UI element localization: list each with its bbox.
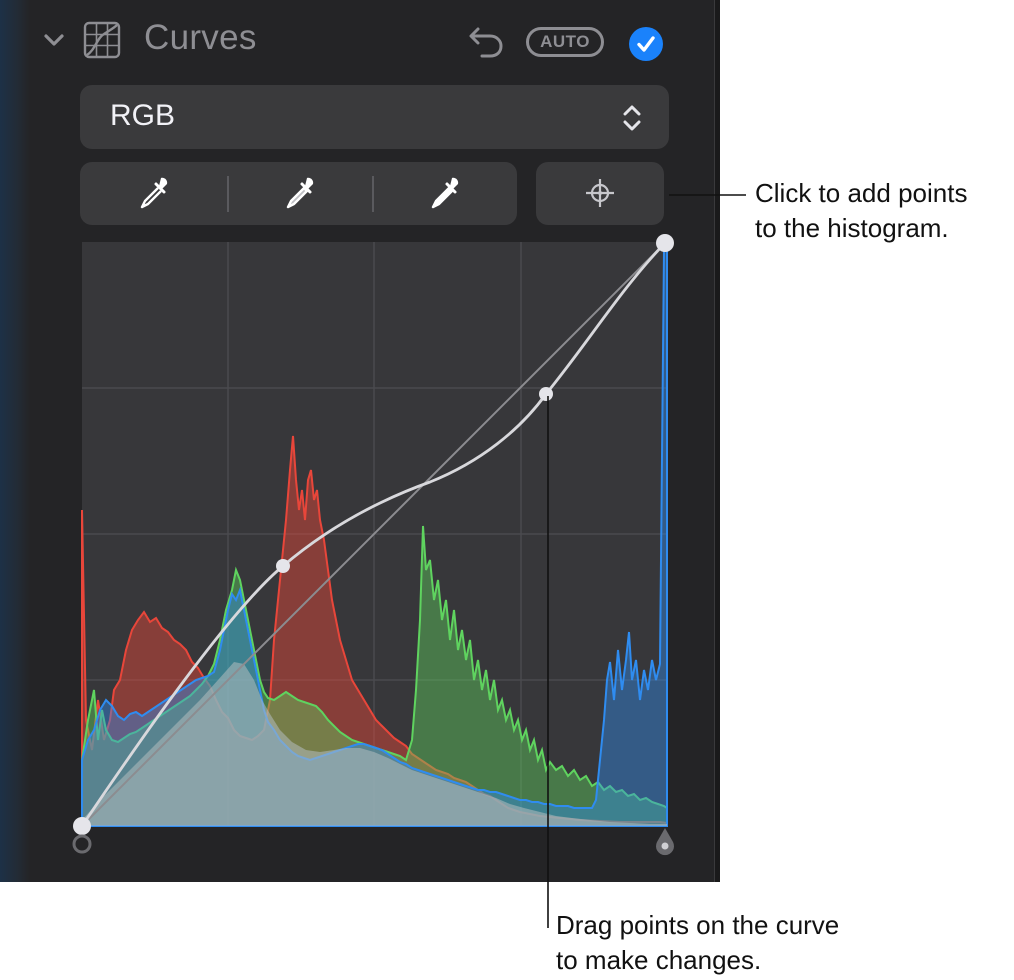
callout-lines <box>547 194 746 928</box>
annotation-line: Drag points on the curve <box>556 910 840 940</box>
annotation-line: Click to add points <box>755 178 968 208</box>
annotation-line: to the histogram. <box>755 213 949 243</box>
add-points-annotation: Click to add points to the histogram. <box>755 176 967 246</box>
drag-points-annotation: Drag points on the curve to make changes… <box>556 908 839 978</box>
annotation-line: to make changes. <box>556 945 762 975</box>
